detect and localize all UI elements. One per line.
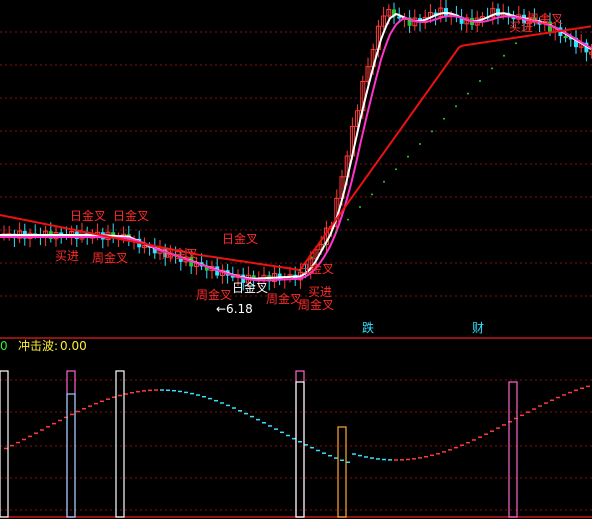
trend-dot-5 xyxy=(359,206,361,208)
signal-mai-jin-1: 买进 xyxy=(55,249,79,263)
ma-magenta-line xyxy=(0,14,592,282)
ma-white-line xyxy=(0,12,592,280)
candle-body-85 xyxy=(444,8,448,16)
impact-bar-3 xyxy=(115,370,125,518)
impact-bar-0 xyxy=(0,370,9,518)
signal-ri-jincha-5: 日金叉 xyxy=(298,261,334,276)
trend-dot-6 xyxy=(371,193,373,196)
trend-dot-1 xyxy=(311,256,313,259)
trend-dot-10 xyxy=(419,143,421,145)
impact-bar-6 xyxy=(337,426,347,518)
trend-dot-2 xyxy=(323,243,325,246)
signal-ri-jincha-1: 日金叉 xyxy=(70,208,106,223)
trend-dot-4 xyxy=(347,218,349,221)
signal-zhou-jincha-2: 周金叉 xyxy=(162,246,198,261)
signal-mai-jin-3: 买进 xyxy=(509,20,533,34)
ma-red-line xyxy=(0,25,592,272)
trend-dot-16 xyxy=(491,67,493,70)
trend-dot-11 xyxy=(431,130,433,133)
impact-bar-5 xyxy=(295,381,305,518)
left-zero-label: 0 xyxy=(0,339,8,353)
signal-ri-jincha-3: 日金叉 xyxy=(222,231,258,246)
signal-mai-jin-2: 买进 xyxy=(308,285,332,299)
signal-cai: 财 xyxy=(472,321,484,335)
signal-ri-jincha-2: 日金叉 xyxy=(113,208,149,223)
impact-bar-4 xyxy=(295,370,305,518)
impact-wave-panel xyxy=(0,370,590,518)
signal-ri-jincha-4: 日金叉 xyxy=(232,280,268,295)
trend-dot-15 xyxy=(479,80,481,82)
impact-bar-7 xyxy=(508,381,518,518)
indicator-value: 0.00 xyxy=(60,339,87,353)
candle-body-108 xyxy=(563,36,568,39)
trend-dot-14 xyxy=(467,92,469,95)
signal-zhou-jincha-4: 周金叉 xyxy=(266,291,302,306)
trend-dot-8 xyxy=(395,168,397,171)
indicator-name: 冲击波: xyxy=(18,338,58,353)
impact-bar-1 xyxy=(66,370,76,518)
trend-dot-12 xyxy=(443,117,445,120)
candlesticks xyxy=(1,0,592,291)
trend-dot-3 xyxy=(335,231,337,234)
trend-dot-17 xyxy=(503,54,505,57)
signal-die: 跌 xyxy=(362,320,374,335)
signal-zhou-jincha-3: 周金叉 xyxy=(196,287,232,302)
stock-chart: 日金叉 日金叉 日金叉 日金叉 日金叉 周金叉 周金叉 周金叉 周金叉 周金叉 … xyxy=(0,0,592,518)
signal-zhou-jincha-1: 周金叉 xyxy=(92,250,128,265)
signal-zhou-jincha-5: 周金叉 xyxy=(298,297,334,312)
trend-dot-9 xyxy=(407,155,409,158)
moving-averages xyxy=(0,12,592,282)
trend-dot-7 xyxy=(383,180,385,183)
trend-dot-13 xyxy=(455,105,457,108)
trend-dot-18 xyxy=(515,42,517,45)
low-price-marker: ←6.18 xyxy=(216,302,253,316)
